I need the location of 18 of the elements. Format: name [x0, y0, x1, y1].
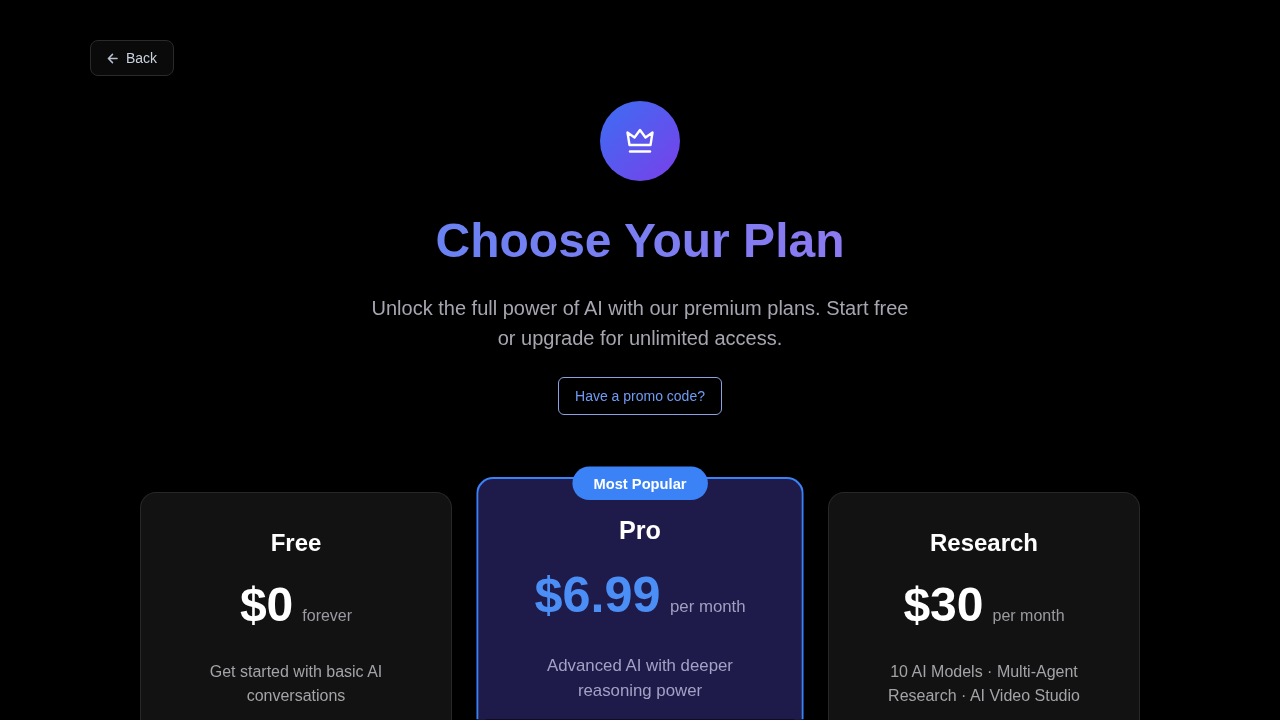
plan-price: $30	[903, 577, 984, 633]
plan-description: Advanced AI with deeper reasoning power	[546, 655, 734, 702]
price-period: per month	[669, 596, 746, 618]
promo-code-button[interactable]: Have a promo code?	[558, 377, 722, 415]
arrow-left-icon	[107, 52, 118, 64]
price-period: forever	[302, 606, 353, 626]
plan-price: $6.99	[534, 566, 661, 625]
page-subtitle: Unlock the full power of AI with our premium plans. Start free or upgrade for unlimited access.	[370, 296, 910, 351]
back-button[interactable]: Back	[90, 40, 175, 76]
popular-badge: Most Popular	[572, 466, 708, 500]
plan-name: Free	[270, 528, 322, 558]
plan-description: Get started with basic AI conversations	[208, 662, 384, 706]
crown-icon	[600, 101, 680, 181]
price-period: per month	[992, 606, 1065, 626]
plan-description: 10 AI Models · Multi-Agent Research · AI Video Studio	[887, 662, 1081, 706]
plan-name: Pro	[619, 514, 661, 547]
plan-price: $0	[239, 577, 294, 633]
plan-name: Research	[929, 528, 1039, 558]
